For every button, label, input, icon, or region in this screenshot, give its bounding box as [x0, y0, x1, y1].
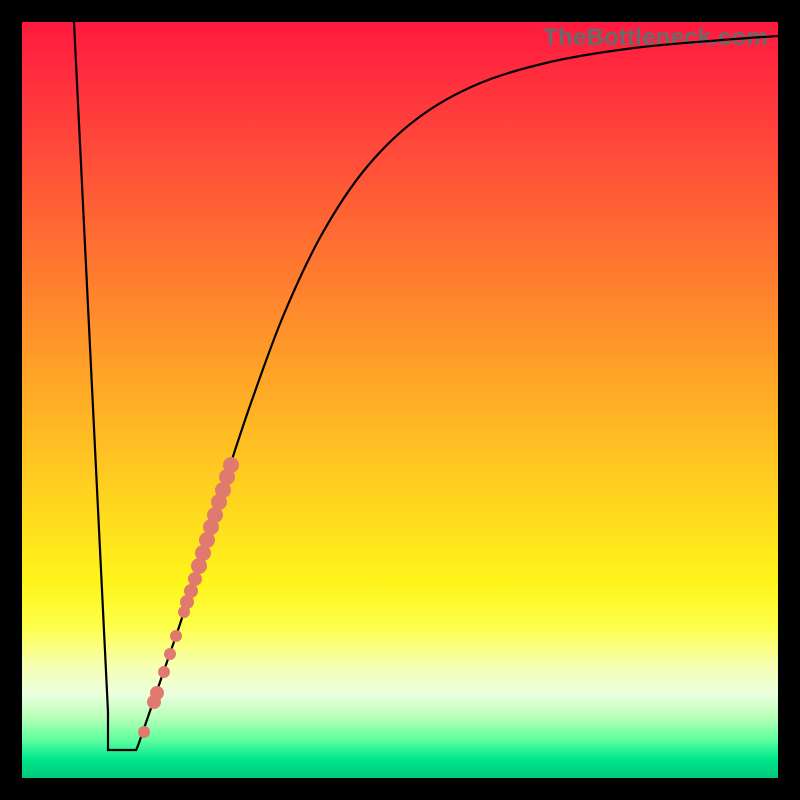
data-dot: [138, 726, 150, 738]
curve-dots: [138, 457, 239, 738]
plot-area: TheBottleneck.com: [22, 22, 778, 778]
data-dot: [184, 584, 198, 598]
data-dot: [150, 686, 164, 700]
curve-svg: [22, 22, 778, 778]
data-dot: [170, 630, 182, 642]
data-dot: [164, 648, 176, 660]
chart-frame: TheBottleneck.com: [0, 0, 800, 800]
data-dot: [188, 572, 202, 586]
data-dot: [158, 666, 170, 678]
data-dot: [223, 457, 239, 473]
